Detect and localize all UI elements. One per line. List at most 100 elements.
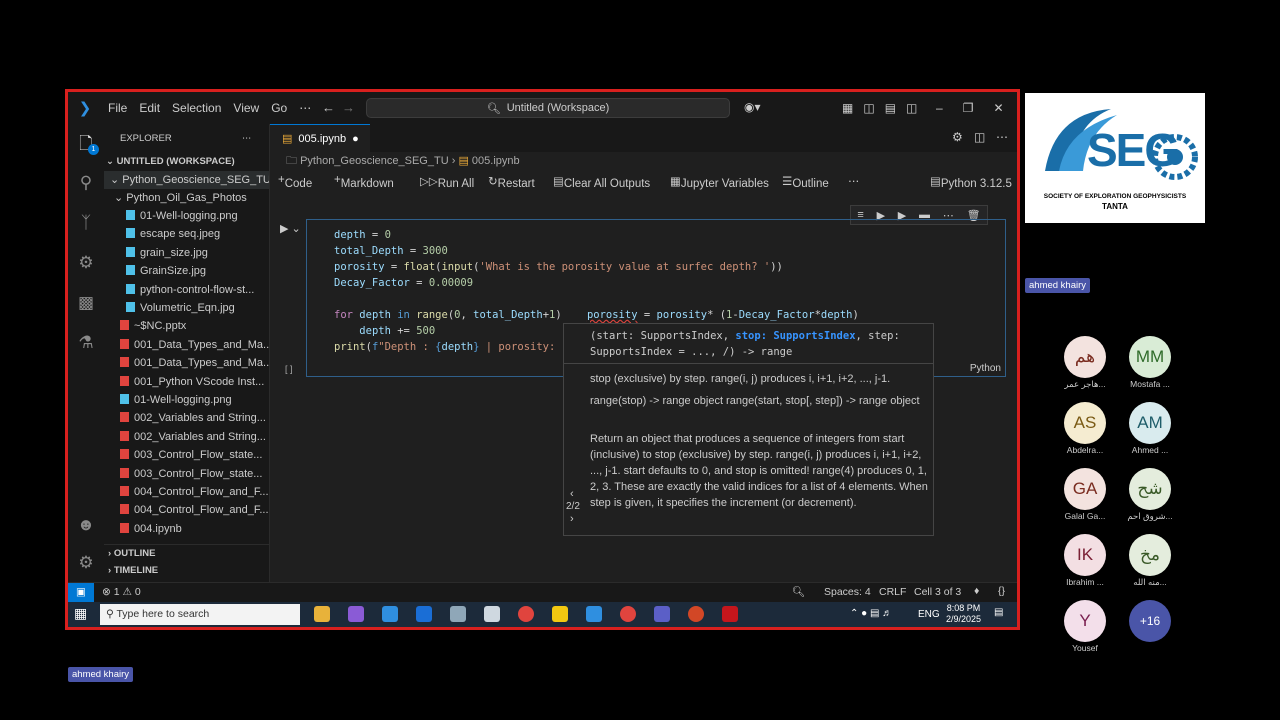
chrome-icon[interactable]	[518, 606, 534, 622]
eol-status[interactable]: CRLF	[879, 586, 906, 598]
workspace-root[interactable]: ⌄ UNTITLED (WORKSPACE)	[104, 153, 269, 171]
breadcrumb-file[interactable]: 005.ipynb	[472, 155, 520, 167]
acrobat-icon[interactable]	[722, 606, 738, 622]
kernel-picker[interactable]: ▤ Python 3.12.5	[930, 174, 1012, 190]
outline-button[interactable]: ☰ Outline	[782, 174, 829, 190]
more-actions-icon[interactable]: ⋯	[242, 130, 252, 148]
file-item[interactable]: 004_Control_Flow_and_F...	[104, 501, 269, 519]
file-item[interactable]: 01-Well-logging.png	[104, 207, 269, 225]
zoom-icon[interactable]: 🔍︎	[792, 585, 805, 598]
file-item[interactable]: 001_Data_Types_and_Ma...	[104, 336, 269, 354]
participant-avatar[interactable]: هم	[1064, 336, 1106, 378]
menu-file[interactable]: File	[102, 101, 133, 115]
language-indicator[interactable]: ENG	[918, 609, 940, 620]
participant-avatar[interactable]: AM	[1129, 402, 1171, 444]
account-icon[interactable]: ☻	[68, 510, 104, 540]
menu-more[interactable]: ⋯	[293, 101, 317, 115]
add-code-button[interactable]: + Code	[278, 174, 312, 190]
braces-icon[interactable]: {}	[998, 585, 1005, 597]
run-debug-icon[interactable]: ⚙	[68, 248, 104, 278]
forward-arrow-icon[interactable]: →	[342, 100, 355, 115]
network-app-icon[interactable]	[450, 606, 466, 622]
explorer-icon[interactable]: 🗋︎	[68, 130, 104, 160]
customize-layout-icon[interactable]: ▦	[842, 101, 853, 115]
file-item[interactable]: 004.ipynb	[104, 520, 269, 538]
power-bi-icon[interactable]	[552, 606, 568, 622]
copilot-app-icon[interactable]	[348, 606, 364, 622]
file-item[interactable]: 002_Variables and String...	[104, 428, 269, 446]
outlook-icon[interactable]	[416, 606, 432, 622]
restore-icon[interactable]: ❐	[963, 101, 974, 115]
cell-status[interactable]: Cell 3 of 3	[914, 586, 961, 598]
participant-avatar[interactable]: GA	[1064, 468, 1106, 510]
gear-icon[interactable]: ⚙	[952, 130, 963, 144]
prev-signature-icon[interactable]: ‹	[570, 488, 574, 500]
bell-icon[interactable]: ♦	[974, 585, 979, 597]
search-icon[interactable]: ⚲	[68, 168, 104, 198]
toggle-panel-icon[interactable]: ▤	[885, 101, 896, 115]
menu-edit[interactable]: Edit	[133, 101, 166, 115]
file-item[interactable]: GrainSize.jpg	[104, 262, 269, 280]
copilot-icon[interactable]: ◉▾	[744, 100, 761, 114]
chrome-profile-icon[interactable]	[620, 606, 636, 622]
file-item[interactable]: 01-Well-logging.png	[104, 391, 269, 409]
source-control-icon[interactable]: ᛉ	[68, 208, 104, 238]
participant-avatar[interactable]: Y	[1064, 600, 1106, 642]
taskbar-search[interactable]: ⚲ Type here to search	[100, 604, 300, 625]
settings-gear-icon[interactable]: ⚙	[68, 548, 104, 578]
run-all-button[interactable]: ▷▷ Run All	[420, 174, 474, 190]
more-participants-button[interactable]: +16	[1129, 600, 1171, 642]
minimize-icon[interactable]: –	[936, 101, 943, 115]
tab-005-ipynb[interactable]: ▤ 005.ipynb ●	[270, 124, 370, 152]
file-item[interactable]: Volumetric_Eqn.jpg	[104, 299, 269, 317]
command-center-search[interactable]: 🔍︎ Untitled (Workspace)	[366, 98, 730, 118]
file-item[interactable]: 002_Variables and String...	[104, 409, 269, 427]
jupyter-variables-button[interactable]: ▦ Jupyter Variables	[670, 174, 769, 190]
participant-avatar[interactable]: IK	[1064, 534, 1106, 576]
toggle-sidebar-icon[interactable]: ◫	[863, 101, 874, 115]
cell-language[interactable]: Python	[970, 363, 1001, 374]
file-item[interactable]: grain_size.jpg	[104, 244, 269, 262]
vscode-taskbar-icon[interactable]	[586, 606, 602, 622]
participant-avatar[interactable]: مخ	[1129, 534, 1171, 576]
menu-view[interactable]: View	[227, 101, 265, 115]
split-editor-icon[interactable]: ◫	[974, 130, 985, 144]
outline-section[interactable]: › OUTLINE	[104, 544, 269, 562]
problems-indicator[interactable]: ⊗ 1 ⚠ 0	[102, 586, 141, 598]
close-icon[interactable]: ✕	[993, 101, 1003, 115]
file-item[interactable]: 001_Data_Types_and_Ma...	[104, 354, 269, 372]
file-item[interactable]: escape seq.jpeg	[104, 225, 269, 243]
clock[interactable]: 8:08 PM 2/9/2025	[946, 603, 981, 625]
file-item[interactable]: python-control-flow-st...	[104, 281, 269, 299]
testing-icon[interactable]: ⚗	[68, 328, 104, 358]
folder-photos[interactable]: ⌄ Python_Oil_Gas_Photos	[104, 189, 269, 207]
calculator-icon[interactable]	[484, 606, 500, 622]
notifications-icon[interactable]: ▤	[994, 607, 1003, 618]
breadcrumb-folder[interactable]: Python_Geoscience_SEG_TU	[300, 155, 449, 167]
run-cell-icon[interactable]: ▶ ⌄	[280, 222, 301, 235]
file-item[interactable]: 003_Control_Flow_state...	[104, 446, 269, 464]
indentation-status[interactable]: Spaces: 4	[824, 586, 871, 598]
toolbar-more-icon[interactable]: ⋯	[848, 174, 860, 188]
file-item[interactable]: 003_Control_Flow_state...	[104, 465, 269, 483]
participant-avatar[interactable]: AS	[1064, 402, 1106, 444]
file-item[interactable]: 004_Control_Flow_and_F...	[104, 483, 269, 501]
folder-geoscience[interactable]: ⌄ Python_Geoscience_SEG_TU	[104, 171, 269, 189]
file-item[interactable]: 001_Python VScode Inst...	[104, 373, 269, 391]
file-item[interactable]: ~$NC.pptx	[104, 317, 269, 335]
store-icon[interactable]	[382, 606, 398, 622]
next-signature-icon[interactable]: ›	[570, 513, 574, 525]
extensions-icon[interactable]: ▩	[68, 288, 104, 318]
unsaved-dot-icon[interactable]: ●	[352, 133, 359, 145]
participant-avatar[interactable]: MM	[1129, 336, 1171, 378]
add-markdown-button[interactable]: + Markdown	[334, 174, 394, 190]
remote-icon[interactable]: ▣	[68, 583, 94, 602]
powerpoint-icon[interactable]	[688, 606, 704, 622]
menu-go[interactable]: Go	[265, 101, 293, 115]
participant-avatar[interactable]: شح	[1129, 468, 1171, 510]
windows-start-icon[interactable]: ▦	[74, 605, 87, 622]
restart-button[interactable]: ↻ Restart	[488, 174, 535, 190]
toggle-secondary-sidebar-icon[interactable]: ◫	[906, 101, 917, 115]
more-icon[interactable]: ⋯	[996, 130, 1008, 144]
menu-selection[interactable]: Selection	[166, 101, 227, 115]
